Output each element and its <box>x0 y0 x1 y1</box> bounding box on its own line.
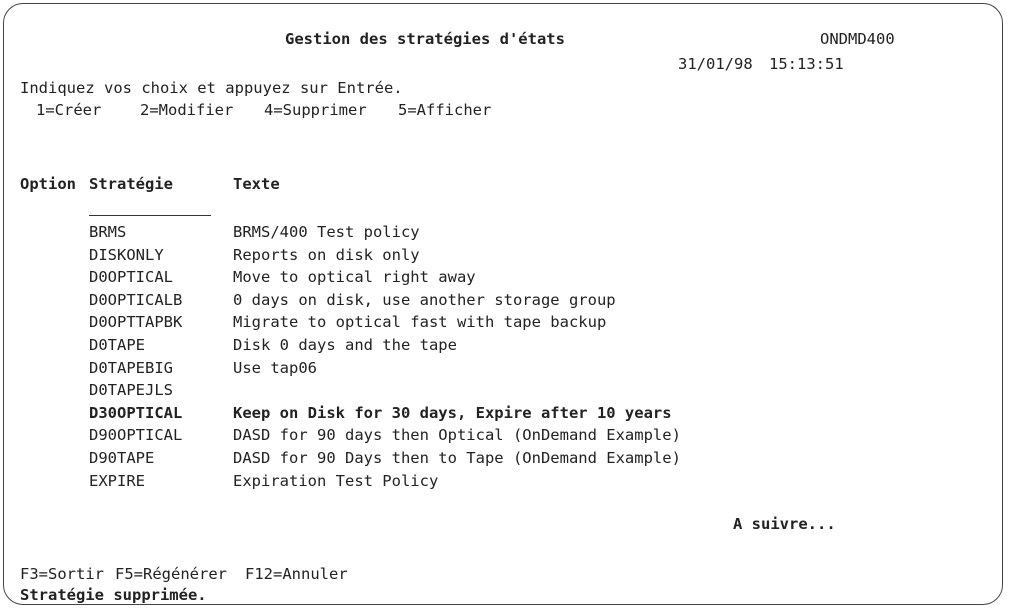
status-message: Stratégie supprimée. <box>20 586 207 604</box>
row-option-input[interactable] <box>34 336 74 354</box>
option-create: 1=Créer <box>36 101 102 119</box>
screen-title: Gestion des stratégies d'états <box>285 30 565 48</box>
row-option-input[interactable] <box>34 313 74 331</box>
row-option-input[interactable] <box>34 449 74 467</box>
more-indicator: A suivre... <box>733 515 836 533</box>
row-text: Disk 0 days and the tape <box>233 336 457 354</box>
column-header-text: Texte <box>233 175 280 193</box>
row-text: 0 days on disk, use another storage grou… <box>233 290 616 309</box>
column-header-option: Option <box>20 175 76 193</box>
row-option-input[interactable] <box>34 426 74 444</box>
row-text: Keep on Disk for 30 days, Expire after 1… <box>233 403 672 422</box>
row-strategy: D0OPTICALB <box>89 290 183 309</box>
option-modify: 2=Modifier <box>140 101 234 119</box>
screen-id: ONDMD400 <box>820 30 895 48</box>
date: 31/01/98 <box>678 55 753 73</box>
row-option-input[interactable] <box>34 246 74 264</box>
row-text: DASD for 90 days then Optical (OnDemand … <box>233 426 681 445</box>
row-text: Reports on disk only <box>233 245 420 264</box>
instruction-line: Indiquez vos choix et appuyez sur Entrée… <box>20 79 403 97</box>
row-strategy: D0OPTICAL <box>89 268 173 287</box>
f12-cancel-key[interactable]: F12=Annuler <box>245 565 348 583</box>
row-text: DASD for 90 Days then to Tape (OnDemand … <box>233 449 681 467</box>
row-text: Expiration Test Policy <box>233 471 439 490</box>
f3-exit-key[interactable]: F3=Sortir <box>20 565 104 583</box>
option-display: 5=Afficher <box>398 101 492 119</box>
row-strategy: D90OPTICAL <box>89 426 183 445</box>
row-strategy: D0TAPEJLS <box>89 381 173 400</box>
row-strategy: DISKONLY <box>89 245 164 264</box>
row-text: Move to optical right away <box>233 268 476 287</box>
row-option-input[interactable] <box>34 381 74 399</box>
row-option-input[interactable] <box>34 268 74 286</box>
row-strategy: D0OPTTAPBK <box>89 313 183 332</box>
row-strategy: D0TAPEBIG <box>89 358 173 377</box>
row-option-input[interactable] <box>34 291 74 309</box>
f5-refresh-key[interactable]: F5=Régénérer <box>115 565 227 583</box>
option-delete: 4=Supprimer <box>264 101 367 119</box>
time: 15:13:51 <box>769 55 844 73</box>
row-strategy: D0TAPE <box>89 336 145 354</box>
row-text: Use tap06 <box>233 358 317 377</box>
row-option-input[interactable] <box>34 472 74 490</box>
row-option-input[interactable] <box>34 223 74 241</box>
row-option-input[interactable] <box>34 359 74 377</box>
position-to-input[interactable] <box>89 215 211 216</box>
row-text: Migrate to optical fast with tape backup <box>233 313 607 332</box>
column-header-strategy: Stratégie <box>89 175 173 193</box>
row-strategy: EXPIRE <box>89 471 145 490</box>
row-strategy: D30OPTICAL <box>89 403 183 422</box>
row-option-input[interactable] <box>34 404 74 422</box>
row-strategy: D90TAPE <box>89 449 155 467</box>
row-strategy: BRMS <box>89 223 127 241</box>
row-text: BRMS/400 Test policy <box>233 223 420 241</box>
